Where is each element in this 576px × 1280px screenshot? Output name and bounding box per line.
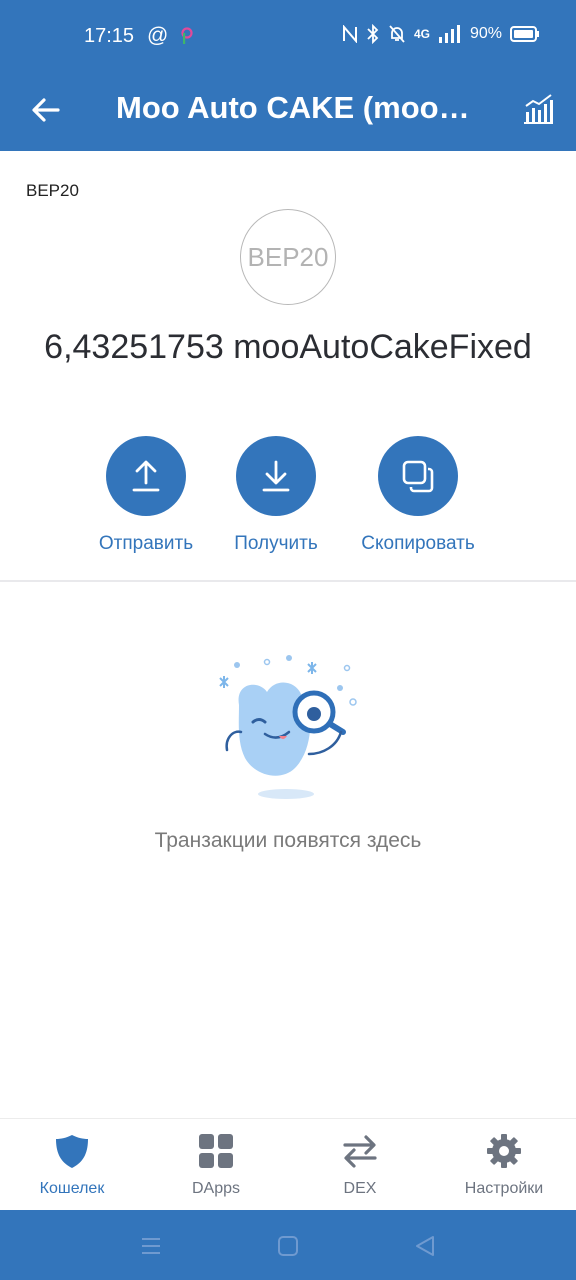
status-time: 17:15 xyxy=(84,25,135,47)
copy-button-circle[interactable] xyxy=(378,436,458,516)
empty-state-message: Транзакции появятся здесь xyxy=(154,829,422,852)
nfc-icon xyxy=(342,25,357,43)
chart-icon[interactable] xyxy=(520,92,556,128)
status-bar: 17:15 @ 4G 90% xyxy=(0,0,576,72)
nav-item-dapps-label: DApps xyxy=(191,1180,241,1197)
receive-button-label: Получить xyxy=(234,533,318,554)
nav-item-dex-label: DEX xyxy=(343,1180,377,1197)
copy-button-label: Скопировать xyxy=(361,533,475,554)
empty-state-mascot-icon xyxy=(219,655,357,799)
status-indicators: 4G 90% xyxy=(342,24,540,44)
send-button-label: Отправить xyxy=(98,533,194,554)
signal-icon xyxy=(438,25,460,43)
mute-bell-icon xyxy=(389,25,405,43)
token-logo-text: BEP20 xyxy=(247,241,329,272)
swap-icon xyxy=(343,1135,377,1168)
app-notification-icon xyxy=(181,27,193,44)
status-at-symbol: @ xyxy=(147,24,169,47)
battery-percent: 90% xyxy=(469,25,502,42)
nav-item-dapps[interactable]: DApps xyxy=(144,1119,288,1211)
nav-item-wallet-label: Кошелек xyxy=(39,1180,105,1197)
nav-item-settings[interactable]: Настройки xyxy=(432,1119,576,1211)
app-bar: Moo Auto CAKE (mooA... xyxy=(0,72,576,151)
copy-icon xyxy=(402,460,434,493)
shield-icon xyxy=(56,1135,88,1168)
bluetooth-icon xyxy=(367,24,379,44)
back-nav-icon[interactable] xyxy=(413,1234,437,1258)
page-title: Moo Auto CAKE (mooA... xyxy=(116,90,486,125)
nav-item-dex[interactable]: DEX xyxy=(288,1119,432,1211)
upload-icon xyxy=(132,460,160,492)
token-network-label: BEP20 xyxy=(26,181,79,200)
bottom-nav: Кошелек DApps DEX Настройки xyxy=(0,1118,576,1211)
grid-icon xyxy=(199,1134,233,1168)
system-nav-bar xyxy=(0,1210,576,1280)
receive-button[interactable]: Получить xyxy=(201,436,351,555)
send-button-circle[interactable] xyxy=(106,436,186,516)
token-logo: BEP20 xyxy=(240,209,336,305)
nav-item-settings-label: Настройки xyxy=(464,1180,544,1197)
battery-icon xyxy=(510,26,539,42)
gear-icon xyxy=(487,1134,521,1168)
section-divider xyxy=(0,580,576,582)
download-icon xyxy=(262,460,290,492)
back-arrow-icon[interactable] xyxy=(28,92,64,128)
send-button[interactable]: Отправить xyxy=(71,436,221,555)
recent-apps-icon[interactable] xyxy=(139,1234,163,1258)
nav-item-wallet[interactable]: Кошелек xyxy=(0,1119,144,1211)
home-icon[interactable] xyxy=(276,1234,300,1258)
receive-button-circle[interactable] xyxy=(236,436,316,516)
network-type: 4G xyxy=(413,27,430,41)
token-balance: 6,43251753 mooAutoCakeFixed xyxy=(44,328,532,366)
copy-button[interactable]: Скопировать xyxy=(343,436,493,555)
